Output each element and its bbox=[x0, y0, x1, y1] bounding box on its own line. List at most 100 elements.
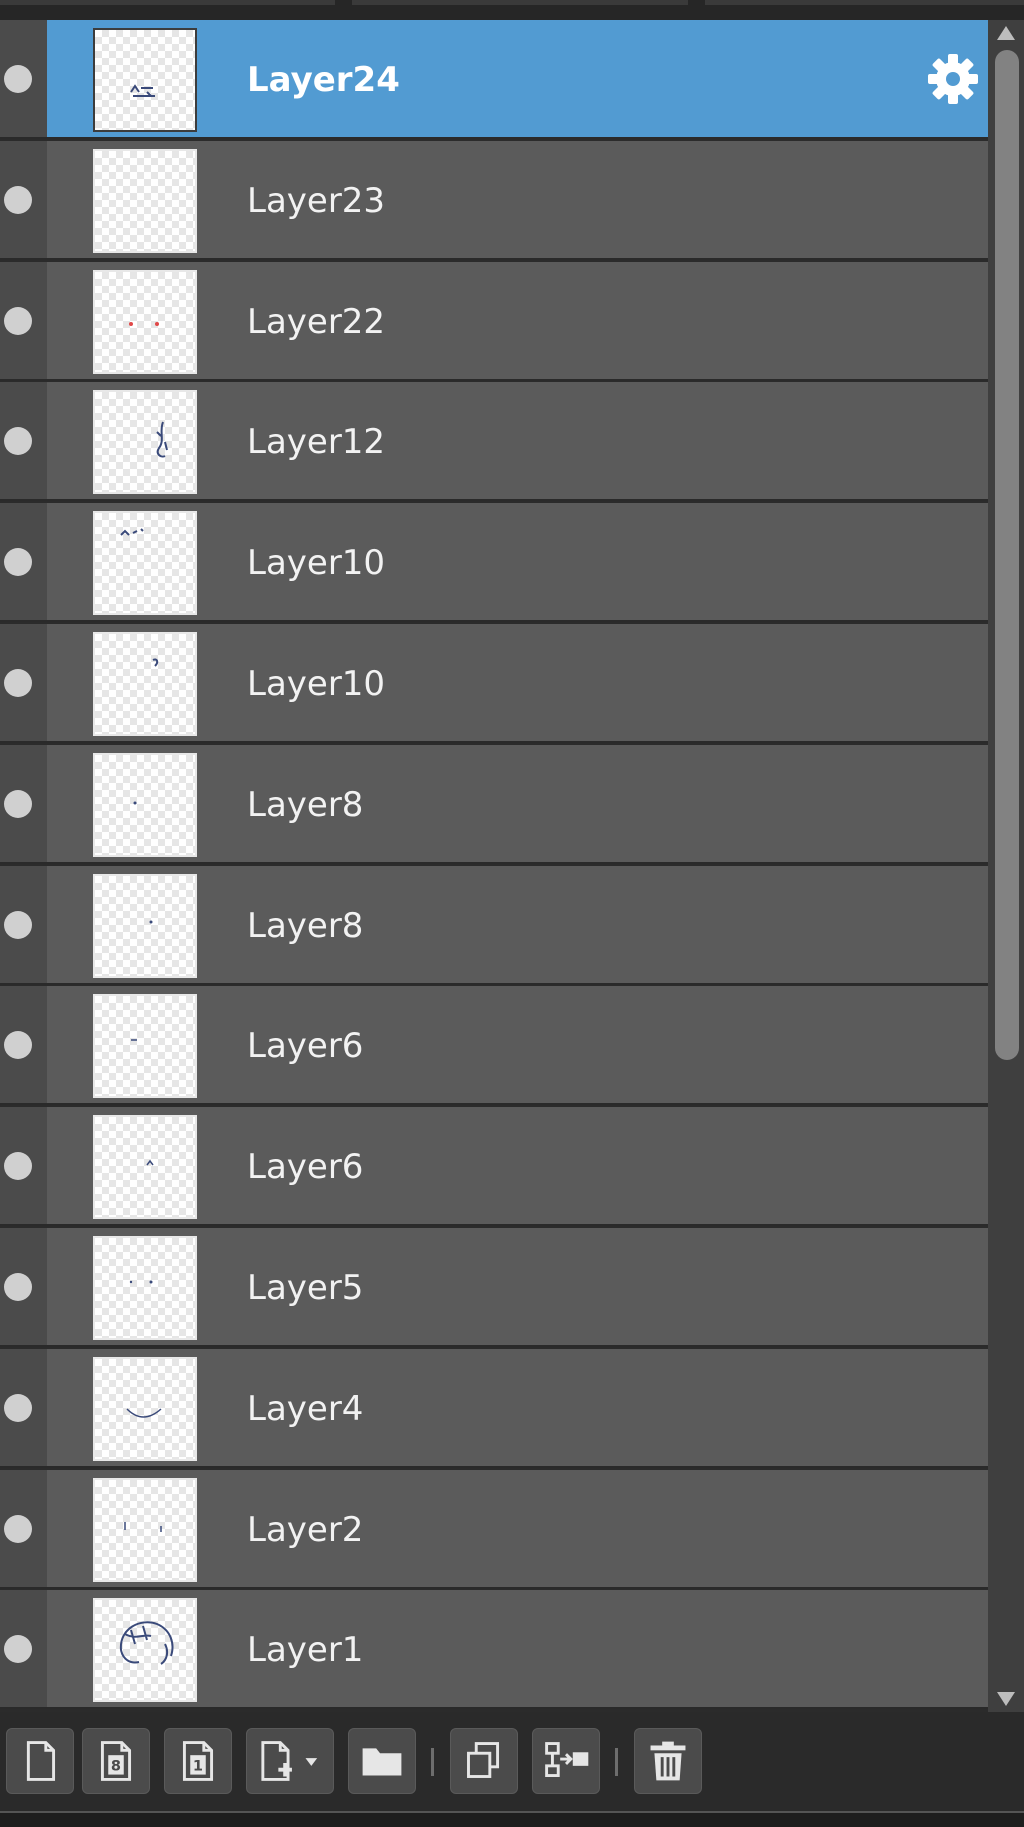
panel-tab-bar bbox=[0, 0, 1024, 20]
visibility-toggle-icon[interactable] bbox=[4, 186, 32, 214]
layer-name[interactable]: Layer23 bbox=[247, 181, 385, 221]
layer-body[interactable]: Layer22 bbox=[47, 262, 988, 379]
layer-thumbnail bbox=[93, 1478, 197, 1582]
layer-visibility-column[interactable] bbox=[0, 1470, 47, 1587]
layer-name[interactable]: Layer24 bbox=[247, 60, 400, 100]
delete-layer-icon bbox=[650, 1741, 686, 1781]
layer-visibility-column[interactable] bbox=[0, 20, 47, 137]
gear-icon[interactable] bbox=[924, 50, 982, 108]
layer-name[interactable]: Layer4 bbox=[247, 1389, 363, 1429]
layer-name[interactable]: Layer12 bbox=[247, 422, 385, 462]
visibility-toggle-icon[interactable] bbox=[4, 1031, 32, 1059]
merge-down-button[interactable] bbox=[532, 1728, 600, 1794]
layer-body[interactable]: Layer23 bbox=[47, 141, 988, 258]
layer-visibility-column[interactable] bbox=[0, 866, 47, 983]
layer-body[interactable]: Layer6 bbox=[47, 1107, 988, 1224]
visibility-toggle-icon[interactable] bbox=[4, 669, 32, 697]
visibility-toggle-icon[interactable] bbox=[4, 1515, 32, 1543]
layer-row[interactable]: Layer6 bbox=[0, 986, 988, 1105]
layer-list-scrollbar[interactable] bbox=[988, 20, 1024, 1712]
visibility-toggle-icon[interactable] bbox=[4, 427, 32, 455]
visibility-toggle-icon[interactable] bbox=[4, 548, 32, 576]
layer-body[interactable]: Layer6 bbox=[47, 986, 988, 1103]
new-8bit-layer-button[interactable]: 8 bbox=[82, 1728, 150, 1794]
layer-visibility-column[interactable] bbox=[0, 382, 47, 499]
layer-row[interactable]: Layer5 bbox=[0, 1228, 988, 1347]
layer-visibility-column[interactable] bbox=[0, 986, 47, 1103]
layer-name[interactable]: Layer2 bbox=[247, 1510, 363, 1550]
scrollbar-thumb[interactable] bbox=[995, 50, 1019, 1060]
layer-thumbnail bbox=[93, 511, 197, 615]
layer-name[interactable]: Layer8 bbox=[247, 785, 363, 825]
layer-thumbnail bbox=[93, 753, 197, 857]
layer-visibility-column[interactable] bbox=[0, 1349, 47, 1466]
layer-visibility-column[interactable] bbox=[0, 262, 47, 379]
layer-body[interactable]: Layer12 bbox=[47, 382, 988, 499]
layer-visibility-column[interactable] bbox=[0, 1107, 47, 1224]
layer-row[interactable]: Layer23 bbox=[0, 141, 988, 260]
layer-row[interactable]: Layer8 bbox=[0, 745, 988, 864]
layer-thumbnail bbox=[93, 1115, 197, 1219]
visibility-toggle-icon[interactable] bbox=[4, 307, 32, 335]
layer-body[interactable]: Layer1 bbox=[47, 1590, 988, 1707]
layer-row[interactable]: Layer10 bbox=[0, 503, 988, 622]
layer-body[interactable]: Layer24 bbox=[47, 20, 988, 137]
layer-row[interactable]: Layer12 bbox=[0, 382, 988, 501]
layer-thumbnail bbox=[93, 270, 197, 374]
duplicate-layer-button[interactable] bbox=[450, 1728, 518, 1794]
layer-name[interactable]: Layer5 bbox=[247, 1268, 363, 1308]
duplicate-layer-icon bbox=[467, 1742, 500, 1778]
layer-visibility-column[interactable] bbox=[0, 624, 47, 741]
layer-row[interactable]: Layer1 bbox=[0, 1590, 988, 1709]
panel-tab[interactable] bbox=[352, 0, 688, 5]
scroll-down-arrow-icon[interactable] bbox=[997, 1692, 1015, 1706]
scroll-up-arrow-icon[interactable] bbox=[997, 26, 1015, 40]
new-folder-icon bbox=[362, 1748, 402, 1776]
panel-tab[interactable] bbox=[0, 0, 335, 5]
layer-name[interactable]: Layer6 bbox=[247, 1026, 363, 1066]
layer-name[interactable]: Layer1 bbox=[247, 1630, 363, 1670]
layer-thumbnail bbox=[93, 874, 197, 978]
new-layer-button[interactable] bbox=[6, 1728, 74, 1794]
layer-row[interactable]: Layer8 bbox=[0, 866, 988, 985]
visibility-toggle-icon[interactable] bbox=[4, 1152, 32, 1180]
visibility-toggle-icon[interactable] bbox=[4, 790, 32, 818]
layer-row[interactable]: Layer2 bbox=[0, 1470, 988, 1589]
layer-name[interactable]: Layer6 bbox=[247, 1147, 363, 1187]
layer-visibility-column[interactable] bbox=[0, 141, 47, 258]
layer-body[interactable]: Layer4 bbox=[47, 1349, 988, 1466]
panel-bottom-edge bbox=[0, 1811, 1024, 1827]
layer-name[interactable]: Layer10 bbox=[247, 543, 385, 583]
visibility-toggle-icon[interactable] bbox=[4, 911, 32, 939]
layer-body[interactable]: Layer8 bbox=[47, 745, 988, 862]
new-layer-menu-button[interactable] bbox=[246, 1728, 334, 1794]
new-folder-button[interactable] bbox=[348, 1728, 416, 1794]
layer-row[interactable]: Layer24 bbox=[0, 20, 988, 139]
new-1bit-layer-button[interactable]: 1 bbox=[164, 1728, 232, 1794]
layer-row[interactable]: Layer10 bbox=[0, 624, 988, 743]
layer-visibility-column[interactable] bbox=[0, 1590, 47, 1707]
new-8bit-layer-icon: 8 bbox=[100, 1741, 132, 1781]
layer-visibility-column[interactable] bbox=[0, 503, 47, 620]
layer-name[interactable]: Layer22 bbox=[247, 302, 385, 342]
layer-body[interactable]: Layer10 bbox=[47, 503, 988, 620]
layer-name[interactable]: Layer10 bbox=[247, 664, 385, 704]
visibility-toggle-icon[interactable] bbox=[4, 1273, 32, 1301]
layer-row[interactable]: Layer6 bbox=[0, 1107, 988, 1226]
layer-visibility-column[interactable] bbox=[0, 1228, 47, 1345]
visibility-toggle-icon[interactable] bbox=[4, 1394, 32, 1422]
layer-name[interactable]: Layer8 bbox=[247, 906, 363, 946]
layer-thumbnail bbox=[93, 1357, 197, 1461]
layer-thumbnail bbox=[93, 1236, 197, 1340]
layer-row[interactable]: Layer4 bbox=[0, 1349, 988, 1468]
layer-row[interactable]: Layer22 bbox=[0, 262, 988, 381]
panel-tab[interactable] bbox=[705, 0, 1024, 5]
visibility-toggle-icon[interactable] bbox=[4, 65, 32, 93]
layer-body[interactable]: Layer5 bbox=[47, 1228, 988, 1345]
layer-body[interactable]: Layer2 bbox=[47, 1470, 988, 1587]
layer-visibility-column[interactable] bbox=[0, 745, 47, 862]
layer-body[interactable]: Layer10 bbox=[47, 624, 988, 741]
delete-layer-button[interactable] bbox=[634, 1728, 702, 1794]
visibility-toggle-icon[interactable] bbox=[4, 1635, 32, 1663]
layer-body[interactable]: Layer8 bbox=[47, 866, 988, 983]
